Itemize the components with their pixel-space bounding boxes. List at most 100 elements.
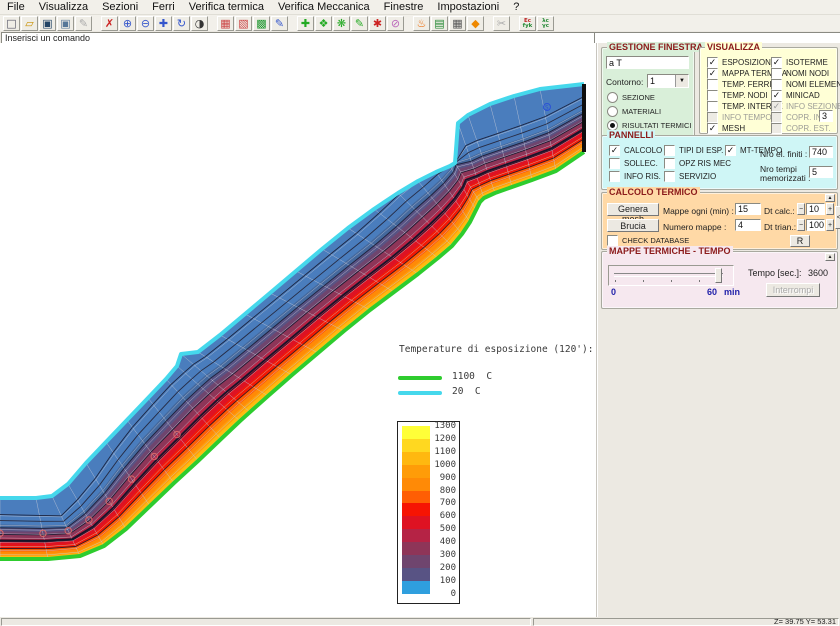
- dt-calc-plus-button[interactable]: +: [826, 203, 834, 215]
- menu-verifica-meccanica[interactable]: Verifica Meccanica: [271, 0, 377, 14]
- brucia-tool-icon[interactable]: ♨: [413, 16, 430, 31]
- r-button[interactable]: R: [790, 235, 810, 247]
- dt-calc-input[interactable]: 10: [806, 203, 825, 215]
- chevron-down-icon[interactable]: ▼: [675, 75, 688, 87]
- panel-servizio-checkbox[interactable]: [664, 171, 675, 182]
- goccia-icon[interactable]: ◆: [467, 16, 484, 31]
- check-database-checkbox[interactable]: [607, 235, 618, 246]
- interrompi-button[interactable]: Interrompi: [766, 283, 820, 297]
- panel-opz-ris-mec-row[interactable]: OPZ RIS MEC: [664, 158, 731, 169]
- view-esposizione-checkbox[interactable]: ✓: [707, 57, 718, 68]
- contorno-select[interactable]: 1 ▼: [647, 74, 689, 88]
- panel-calcolo-t-row[interactable]: ✓CALCOLO T.: [609, 145, 671, 156]
- dt-calc-minus-button[interactable]: −: [797, 203, 805, 215]
- menu-sezioni[interactable]: Sezioni: [95, 0, 145, 14]
- mappa-view-icon[interactable]: ▩: [253, 16, 270, 31]
- view-isoterme-row[interactable]: ✓ISOTERME: [771, 57, 840, 68]
- finestra-input[interactable]: a T: [606, 56, 689, 69]
- temp-nodi-view-icon[interactable]: ▦: [217, 16, 234, 31]
- opzioni-ris-icon[interactable]: ▤: [431, 16, 448, 31]
- menu-visualizza[interactable]: Visualizza: [32, 0, 95, 14]
- view-temp-interne-checkbox[interactable]: [707, 101, 718, 112]
- pan-icon[interactable]: ✚: [155, 16, 172, 31]
- zoom-out-icon[interactable]: ⊖: [137, 16, 154, 31]
- menu-file[interactable]: File: [0, 0, 32, 14]
- genera-mesh-button[interactable]: Genera mesh: [607, 203, 659, 216]
- elimina-mesh-icon[interactable]: ✱: [369, 16, 386, 31]
- open-icon[interactable]: ▱: [21, 16, 38, 31]
- panel-sollec-checkbox[interactable]: [609, 158, 620, 169]
- panel-info-ris-row[interactable]: INFO RIS.: [609, 171, 671, 182]
- tabella-icon[interactable]: ▦: [449, 16, 466, 31]
- collapse-up-button[interactable]: ▲: [825, 253, 835, 261]
- radio-materiali-row[interactable]: MATERIALI: [607, 106, 703, 117]
- panel-sollec-row[interactable]: SOLLEC.: [609, 158, 671, 169]
- panel-tipi-di-esp-checkbox[interactable]: [664, 145, 675, 156]
- toolbar-separator: [485, 16, 493, 31]
- drawing-canvas[interactable]: S Temperature di esposizione (120'): 110…: [0, 43, 597, 617]
- time-slider[interactable]: [608, 265, 734, 286]
- radio-materiali-radio[interactable]: [607, 106, 618, 117]
- ombreggia-icon[interactable]: ◑: [191, 16, 208, 31]
- view-nomi-nodi-checkbox[interactable]: [771, 68, 782, 79]
- lambda-gamma-icon[interactable]: λcγc: [537, 16, 554, 31]
- menu-impostazioni[interactable]: Impostazioni: [430, 0, 506, 14]
- view-temp-nodi-checkbox[interactable]: [707, 90, 718, 101]
- radio-sezione-radio[interactable]: [607, 92, 618, 103]
- view-nomi-elementi-row[interactable]: NOMI ELEMENTI: [771, 79, 840, 90]
- new-icon[interactable]: □: [3, 16, 20, 31]
- dt-trian-input[interactable]: 100: [806, 219, 825, 231]
- save-icon[interactable]: ▣: [39, 16, 56, 31]
- disegno-icon[interactable]: ✎: [271, 16, 288, 31]
- side-collapse-button[interactable]: <: [835, 206, 840, 229]
- radio-sezione-label: SEZIONE: [622, 93, 655, 102]
- radio-sezione-row[interactable]: SEZIONE: [607, 92, 703, 103]
- nro-el-finiti-value: 740: [809, 146, 833, 158]
- add-node-icon[interactable]: ✚: [297, 16, 314, 31]
- view-temp-ferri-checkbox[interactable]: [707, 79, 718, 90]
- mappe-ogni-input[interactable]: 15: [735, 203, 761, 215]
- view-nomi-elementi-checkbox[interactable]: [771, 79, 782, 90]
- ec-fyk-icon[interactable]: Ecfyk: [519, 16, 536, 31]
- check-database-row[interactable]: CHECK DATABASE: [607, 235, 689, 246]
- temp-ferri-view-icon[interactable]: ▧: [235, 16, 252, 31]
- dt-trian-plus-button[interactable]: +: [826, 219, 834, 231]
- annulla-mesh-icon[interactable]: ⊘: [387, 16, 404, 31]
- panel-info-ris-checkbox[interactable]: [609, 171, 620, 182]
- menu-finestre[interactable]: Finestre: [377, 0, 431, 14]
- taglia-icon[interactable]: ✂: [493, 16, 510, 31]
- view-mappa-termica-checkbox[interactable]: ✓: [707, 68, 718, 79]
- view-copr-est-row[interactable]: COPR. EST.: [771, 123, 840, 134]
- legend-swatch: [402, 452, 430, 465]
- genera-mesh-tool-icon[interactable]: ❋: [333, 16, 350, 31]
- save-all-icon[interactable]: ▣: [57, 16, 74, 31]
- legend-swatch: [402, 581, 430, 594]
- view-minicad-row[interactable]: ✓MINICAD: [771, 90, 840, 101]
- legend-swatch: [402, 478, 430, 491]
- panel-opz-ris-mec-checkbox[interactable]: [664, 158, 675, 169]
- panel-tipi-di-esp-row[interactable]: TIPI DI ESP.: [664, 145, 731, 156]
- view-nomi-nodi-row[interactable]: NOMI NODI: [771, 68, 840, 79]
- zoom-in-icon[interactable]: ⊕: [119, 16, 136, 31]
- group-title: MAPPE TERMICHE - TEMPO: [607, 246, 733, 256]
- rigenera-icon[interactable]: ↻: [173, 16, 190, 31]
- panel-calcolo-t-checkbox[interactable]: ✓: [609, 145, 620, 156]
- collapse-up-button[interactable]: ▲: [825, 194, 835, 202]
- dt-trian-minus-button[interactable]: −: [797, 219, 805, 231]
- brucia-button[interactable]: Brucia: [607, 219, 659, 232]
- menu-?[interactable]: ?: [506, 0, 526, 14]
- menu-verifica-termica[interactable]: Verifica termica: [182, 0, 271, 14]
- numero-mappe-input[interactable]: 4: [735, 219, 761, 231]
- modifica-mesh-icon[interactable]: ✎: [351, 16, 368, 31]
- menu-ferri[interactable]: Ferri: [145, 0, 182, 14]
- slider-track[interactable]: [614, 273, 723, 277]
- panel-mt-tempo-checkbox[interactable]: ✓: [725, 145, 736, 156]
- view-mesh-checkbox[interactable]: ✓: [707, 123, 718, 134]
- edit-icon[interactable]: ✎: [75, 16, 92, 31]
- panel-servizio-row[interactable]: SERVIZIO: [664, 171, 731, 182]
- view-isoterme-checkbox[interactable]: ✓: [771, 57, 782, 68]
- add-ferro-icon[interactable]: ❖: [315, 16, 332, 31]
- delete-icon[interactable]: ✗: [101, 16, 118, 31]
- copr-int-input[interactable]: 3: [819, 110, 833, 122]
- view-minicad-checkbox[interactable]: ✓: [771, 90, 782, 101]
